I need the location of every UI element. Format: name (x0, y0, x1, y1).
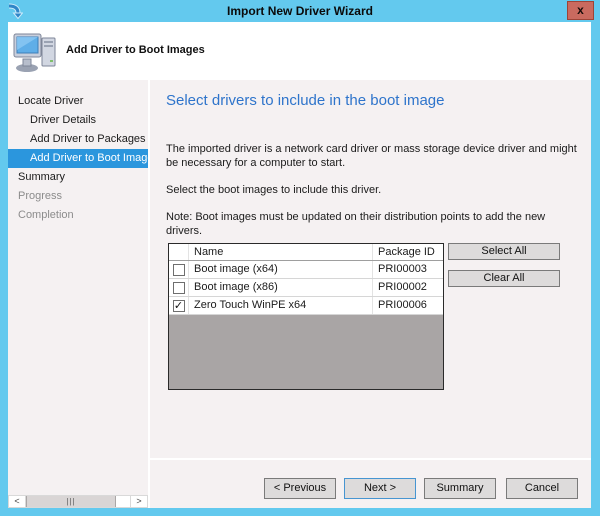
wizard-steps-sidebar: Locate Driver Driver Details Add Driver … (8, 80, 148, 508)
scroll-left-button[interactable]: < (9, 496, 26, 507)
horizontal-scrollbar[interactable]: < ||| > (8, 495, 148, 508)
wizard-header: Add Driver to Boot Images (8, 22, 591, 80)
cell-package-id: PRI00003 (373, 261, 443, 278)
instruction-text: Select the boot images to include this d… (166, 183, 580, 197)
cell-name: Boot image (x86) (189, 279, 373, 296)
sidebar-item-add-driver-to-packages[interactable]: Add Driver to Packages (8, 130, 148, 149)
titlebar: Import New Driver Wizard x (0, 0, 600, 22)
table-row[interactable]: Boot image (x64) PRI00003 (169, 261, 443, 279)
scrollbar-grip-icon: ||| (66, 497, 75, 506)
column-header-package-id[interactable]: Package ID (373, 244, 443, 260)
sidebar-item-add-driver-to-boot-images[interactable]: Add Driver to Boot Images (8, 149, 148, 168)
intro-text: The imported driver is a network card dr… (166, 142, 580, 170)
table-row[interactable]: ✓ Zero Touch WinPE x64 PRI00006 (169, 297, 443, 315)
wizard-content: Select drivers to include in the boot im… (150, 80, 591, 508)
cell-name: Zero Touch WinPE x64 (189, 297, 373, 314)
checkbox-zero-touch-winpe-x64[interactable]: ✓ (173, 300, 185, 312)
table-header-row: Name Package ID (169, 244, 443, 261)
row-checkbox-cell (169, 261, 189, 278)
window-title: Import New Driver Wizard (0, 0, 600, 22)
cell-package-id: PRI00006 (373, 297, 443, 314)
column-header-name[interactable]: Name (189, 244, 373, 260)
cell-name: Boot image (x64) (189, 261, 373, 278)
cancel-button[interactable]: Cancel (506, 478, 578, 499)
row-checkbox-cell: ✓ (169, 297, 189, 314)
footer-divider (150, 458, 591, 460)
sidebar-item-driver-details[interactable]: Driver Details (8, 111, 148, 130)
scrollbar-thumb[interactable]: ||| (26, 496, 116, 507)
close-icon: x (577, 3, 584, 17)
next-button[interactable]: Next > (344, 478, 416, 499)
previous-button[interactable]: < Previous (264, 478, 336, 499)
cell-package-id: PRI00002 (373, 279, 443, 296)
header-checkbox-column (169, 244, 189, 260)
summary-button[interactable]: Summary (424, 478, 496, 499)
sidebar-item-locate-driver[interactable]: Locate Driver (8, 92, 148, 111)
computer-icon (13, 30, 59, 74)
boot-images-table: Name Package ID Boot image (x64) PRI0000… (168, 243, 444, 390)
checkbox-boot-image-x86[interactable] (173, 282, 185, 294)
note-text: Note: Boot images must be updated on the… (166, 210, 580, 238)
row-checkbox-cell (169, 279, 189, 296)
clear-all-button[interactable]: Clear All (448, 270, 560, 287)
select-all-button[interactable]: Select All (448, 243, 560, 260)
sidebar-item-summary[interactable]: Summary (8, 168, 148, 187)
sidebar-item-progress: Progress (8, 187, 148, 206)
checkbox-boot-image-x64[interactable] (173, 264, 185, 276)
sidebar-item-completion: Completion (8, 206, 148, 225)
page-heading: Select drivers to include in the boot im… (166, 92, 591, 109)
wizard-page-title: Add Driver to Boot Images (66, 44, 205, 56)
table-row[interactable]: Boot image (x86) PRI00002 (169, 279, 443, 297)
wizard-body: Locate Driver Driver Details Add Driver … (8, 80, 591, 508)
wizard-window: Import New Driver Wizard x Ad (0, 0, 600, 516)
scroll-right-button[interactable]: > (130, 496, 147, 507)
window-frame: Add Driver to Boot Images Locate Driver … (8, 22, 591, 508)
footer-button-bar: < Previous Next > Summary Cancel (256, 478, 578, 499)
close-button[interactable]: x (567, 1, 594, 20)
